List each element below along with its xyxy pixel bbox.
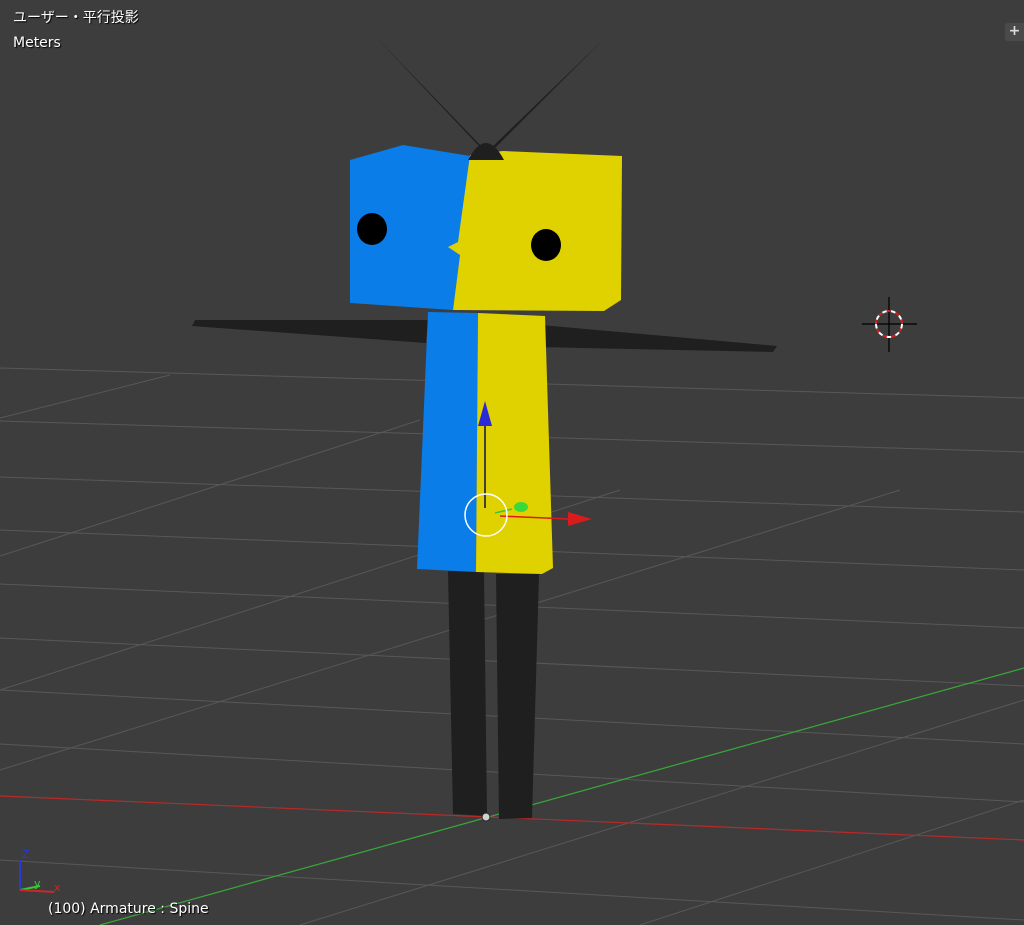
scene-canvas[interactable] (0, 0, 1024, 925)
unit-label: Meters (13, 35, 61, 51)
right-arm[interactable] (537, 325, 777, 352)
body-blue-half[interactable] (417, 312, 478, 572)
view-title: ユーザー・平行投影 (13, 10, 139, 26)
gizmo-y-arrow[interactable] (514, 502, 528, 512)
left-eye (357, 213, 387, 245)
axis-x-label: x (54, 881, 61, 894)
origin-point[interactable] (481, 812, 491, 822)
gizmo-x-arrow[interactable] (568, 512, 592, 526)
left-leg[interactable] (448, 571, 487, 816)
head-yellow-half[interactable] (448, 151, 622, 311)
right-leg[interactable] (496, 574, 539, 819)
left-arm[interactable] (192, 320, 428, 343)
right-antenna[interactable] (488, 40, 603, 151)
y-axis-line (99, 667, 1024, 925)
3d-cursor-icon[interactable] (862, 297, 917, 352)
axis-z-label: Z (22, 848, 30, 861)
head-cap (468, 143, 504, 160)
status-line: (100) Armature : Spine (48, 901, 209, 917)
axis-gizmo-icon: Z y x (19, 848, 61, 894)
3d-viewport[interactable]: ユーザー・平行投影 Meters + Z y x (100) Armature … (0, 0, 1024, 925)
right-eye (531, 229, 561, 261)
body-yellow-half[interactable] (476, 313, 553, 574)
plus-icon[interactable]: + (1005, 23, 1024, 41)
axis-y-label: y (34, 877, 41, 890)
left-antenna[interactable] (372, 33, 484, 149)
